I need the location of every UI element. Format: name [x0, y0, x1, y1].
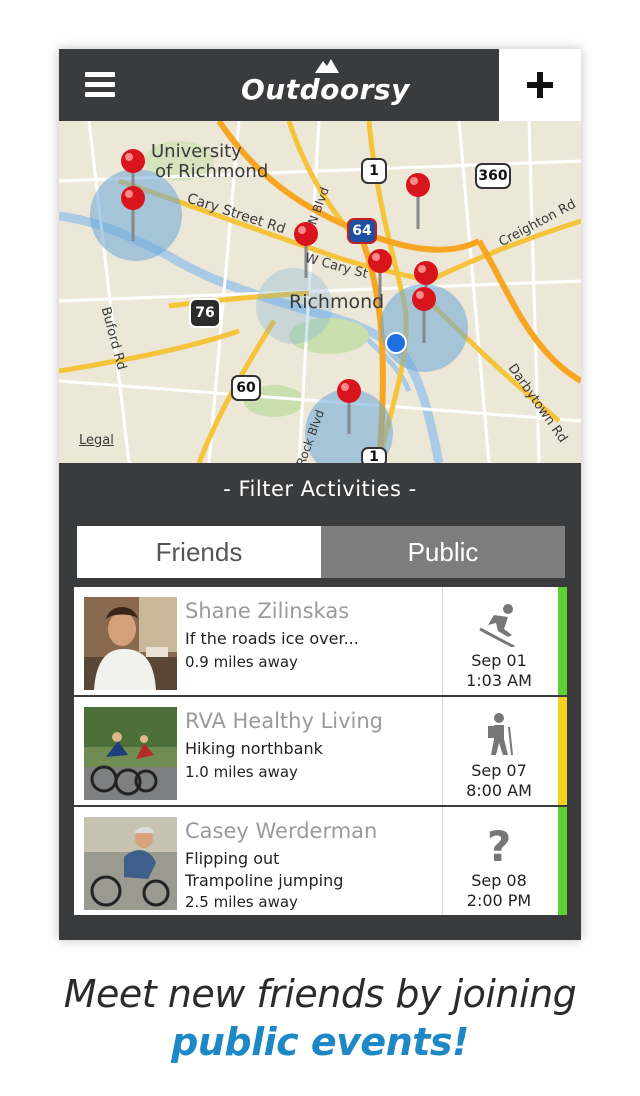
svg-text:?: ?	[487, 823, 511, 867]
avatar	[84, 597, 177, 690]
activity-organizer: RVA Healthy Living	[185, 709, 384, 733]
status-bar	[558, 587, 567, 695]
question-mark-icon: ?	[474, 822, 524, 871]
route-shield-60: 60	[231, 375, 261, 401]
activity-distance: 0.9 miles away	[185, 653, 298, 671]
phone-screen: Outdoorsy University of Richmond Cary St…	[59, 49, 581, 940]
tagline-line2: public events!	[171, 1020, 469, 1064]
tab-public[interactable]: Public	[321, 526, 565, 578]
route-shield-1: 1	[361, 158, 387, 184]
activity-date: Sep 07	[471, 761, 527, 780]
activity-organizer: Casey Werderman	[185, 819, 378, 843]
activity-row[interactable]: RVA Healthy Living Hiking northbank 1.0 …	[74, 697, 567, 805]
skiing-icon	[474, 603, 524, 649]
activity-time: 2:00 PM	[466, 891, 532, 910]
activity-time: 1:03 AM	[466, 671, 532, 690]
route-shield-76: 76	[189, 298, 221, 328]
activity-organizer: Shane Zilinskas	[185, 599, 350, 623]
activity-row[interactable]: Casey Werderman Flipping out Trampoline …	[74, 807, 567, 915]
activity-list: Shane Zilinskas If the roads ice over...…	[74, 587, 567, 917]
interstate-shield-64: 64	[347, 218, 377, 244]
filter-title: - Filter Activities -	[223, 477, 417, 501]
tagline-line1: Meet new friends by joining	[63, 972, 577, 1016]
app-logo: Outdoorsy	[241, 59, 410, 115]
activity-description-line2: Trampoline jumping	[185, 871, 344, 890]
map-label-richmond: Richmond	[289, 291, 385, 313]
add-activity-button[interactable]	[499, 49, 581, 121]
route-shield-1b: 1	[361, 447, 387, 463]
activity-date: Sep 08	[471, 871, 527, 890]
activity-distance: 2.5 miles away	[185, 893, 298, 911]
activity-map[interactable]: University of Richmond Cary Street Rd W …	[59, 121, 581, 463]
map-legal-link[interactable]: Legal	[79, 433, 114, 448]
menu-icon[interactable]	[85, 72, 115, 98]
status-bar	[558, 697, 567, 805]
activity-distance: 1.0 miles away	[185, 763, 298, 781]
activity-date: Sep 01	[471, 651, 527, 670]
app-title: Outdoorsy	[241, 73, 410, 106]
plus-icon	[527, 72, 553, 98]
filter-segmented-control: Friends Public	[77, 526, 565, 578]
top-bar: Outdoorsy	[59, 49, 581, 121]
activity-row[interactable]: Shane Zilinskas If the roads ice over...…	[74, 587, 567, 695]
route-shield-360: 360	[475, 163, 511, 189]
activity-description: Hiking northbank	[185, 739, 323, 758]
hiking-icon	[474, 713, 524, 757]
avatar	[84, 817, 177, 910]
avatar	[84, 707, 177, 800]
tab-friends[interactable]: Friends	[77, 526, 321, 578]
activity-description: If the roads ice over...	[185, 629, 359, 648]
status-bar	[558, 807, 567, 915]
map-label-university: University	[151, 141, 242, 162]
mountain-icon	[315, 59, 339, 73]
map-label-of-richmond: of Richmond	[155, 161, 269, 182]
activity-description: Flipping out	[185, 849, 280, 868]
activity-time: 8:00 AM	[466, 781, 532, 800]
